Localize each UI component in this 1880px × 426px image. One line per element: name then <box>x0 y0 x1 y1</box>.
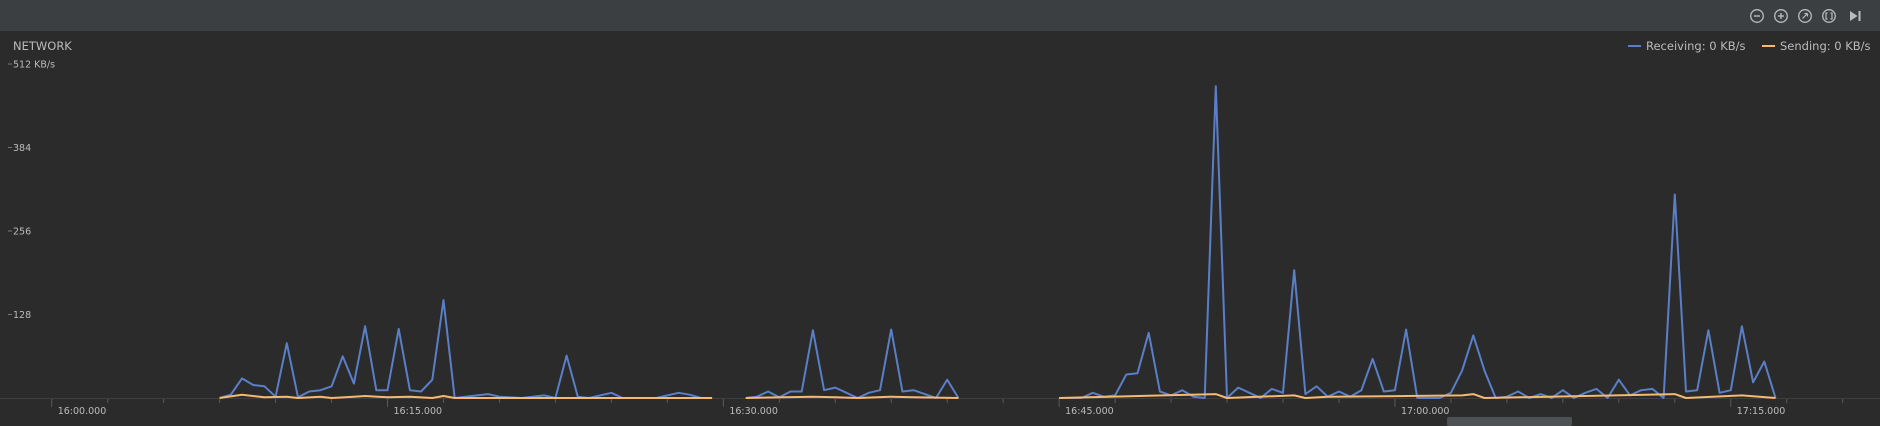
x-tick-label-1: 16:15.000 <box>394 406 443 417</box>
sending-series-line-1 <box>745 395 959 399</box>
x-tick-label-0: 16:00.000 <box>58 406 107 417</box>
x-tick-label-3: 16:45.000 <box>1065 406 1114 417</box>
receiving-series-line-0 <box>219 299 713 399</box>
x-tick-label-5: 17:15.000 <box>1737 406 1786 417</box>
x-tick-label-2: 16:30.000 <box>729 406 778 417</box>
y-tick-label-2: 384 <box>13 143 31 154</box>
receiving-series-line-2 <box>1059 85 1777 399</box>
y-tick-label-1: 256 <box>13 227 31 238</box>
x-tick-label-4: 17:00.000 <box>1401 406 1450 417</box>
y-tick-label-0: 128 <box>13 310 31 321</box>
y-tick-label-3: 512 KB/s <box>13 60 55 71</box>
timeline-scrollbar[interactable] <box>1447 417 1572 426</box>
receiving-series-line-1 <box>745 328 960 399</box>
network-chart: 128 256 384 512 KB/s 16:00.000 16:15.000 16:30… <box>0 60 1880 417</box>
